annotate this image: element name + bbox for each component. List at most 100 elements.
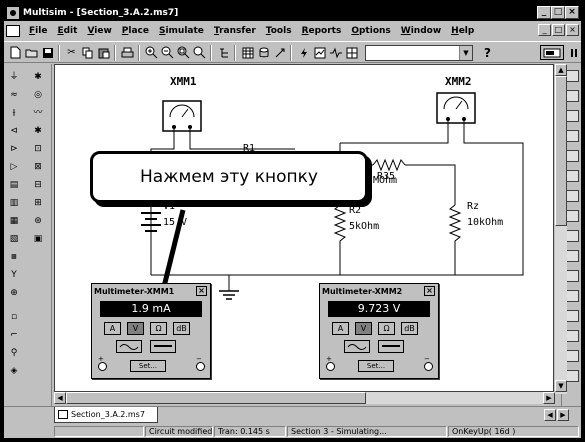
new-file-icon[interactable] bbox=[8, 45, 23, 60]
vertical-scrollbar[interactable]: ▲ ▼ bbox=[555, 64, 567, 394]
multimeter-xmm1-db-button[interactable]: dB bbox=[173, 322, 190, 335]
instrument-4-icon[interactable] bbox=[565, 130, 579, 142]
ground-source-icon[interactable]: ⏚ bbox=[7, 70, 21, 84]
menu-place[interactable]: Place bbox=[117, 26, 154, 36]
cut-icon[interactable]: ✂ bbox=[64, 45, 79, 60]
simulate-icon[interactable] bbox=[296, 45, 311, 60]
paste-icon[interactable] bbox=[96, 45, 111, 60]
mdi-close-button[interactable]: × bbox=[566, 24, 579, 36]
multimeter-xmm2-voltmeter-button[interactable]: V bbox=[355, 322, 372, 335]
multimeter-xmm2-ohmmeter-button[interactable]: Ω bbox=[378, 322, 395, 335]
wattmeter-icon[interactable]: 〰 bbox=[31, 106, 45, 120]
menu-edit[interactable]: Edit bbox=[52, 26, 82, 36]
multimeter-xmm2-close-button[interactable]: × bbox=[424, 286, 435, 296]
scroll-up-icon[interactable]: ▲ bbox=[555, 64, 567, 76]
multimeter-xmm1-ohmmeter-button[interactable]: Ω bbox=[150, 322, 167, 335]
bus-icon[interactable]: ⚲ bbox=[7, 346, 21, 360]
instrument-15-icon[interactable] bbox=[565, 350, 579, 362]
instrument-13-icon[interactable] bbox=[565, 310, 579, 322]
menu-simulate[interactable]: Simulate bbox=[154, 26, 209, 36]
instrument-5-icon[interactable] bbox=[565, 150, 579, 162]
diode-icon[interactable]: ⊲ bbox=[7, 124, 21, 138]
function-gen-icon[interactable]: ◎ bbox=[31, 88, 45, 102]
scroll-left-icon[interactable]: ◀ bbox=[54, 392, 66, 404]
postprocessor-icon[interactable] bbox=[344, 45, 359, 60]
menu-transfer[interactable]: Transfer bbox=[209, 26, 261, 36]
component-wizard-icon[interactable] bbox=[272, 45, 287, 60]
mdi-restore-button[interactable]: □ bbox=[552, 24, 565, 36]
horizontal-scroll-thumb[interactable] bbox=[66, 392, 366, 404]
scroll-right-icon[interactable]: ▶ bbox=[543, 392, 555, 404]
instrument-12-icon[interactable] bbox=[565, 290, 579, 302]
cmos-icon[interactable]: ▥ bbox=[7, 196, 21, 210]
multimeter-xmm1-voltmeter-button[interactable]: V bbox=[127, 322, 144, 335]
close-button[interactable]: × bbox=[565, 6, 579, 19]
tab-scroll-right-icon[interactable]: ▶ bbox=[557, 409, 569, 421]
open-folder-icon[interactable] bbox=[24, 45, 39, 60]
document-icon[interactable] bbox=[6, 24, 20, 37]
rf-icon[interactable]: ⊕ bbox=[7, 286, 21, 300]
multimeter-xmm1-close-button[interactable]: × bbox=[196, 286, 207, 296]
scroll-down-icon[interactable]: ▼ bbox=[555, 380, 567, 392]
save-icon[interactable] bbox=[40, 45, 55, 60]
word-gen-icon[interactable]: ⊠ bbox=[31, 160, 45, 174]
multimeter-xmm2-set-button[interactable]: Set... bbox=[358, 360, 394, 372]
instrument-8-icon[interactable] bbox=[565, 210, 579, 222]
menu-view[interactable]: View bbox=[82, 26, 116, 36]
distortion-icon[interactable]: ⊛ bbox=[31, 214, 45, 228]
instrument-3-icon[interactable] bbox=[565, 110, 579, 122]
digital-icon[interactable]: ▦ bbox=[7, 214, 21, 228]
zoom-out-icon[interactable] bbox=[160, 45, 175, 60]
multimeter-xmm2-ac-button[interactable] bbox=[344, 340, 370, 353]
tab-scroll-left-icon[interactable]: ◀ bbox=[544, 409, 556, 421]
instrument-1-icon[interactable] bbox=[565, 70, 579, 82]
multimeter-xmm1-set-button[interactable]: Set... bbox=[130, 360, 166, 372]
multimeter-xmm1-plus-terminal[interactable] bbox=[98, 362, 107, 371]
zoom-area-icon[interactable] bbox=[176, 45, 191, 60]
instrument-6-icon[interactable] bbox=[565, 170, 579, 182]
database-icon[interactable] bbox=[256, 45, 271, 60]
menu-window[interactable]: Window bbox=[396, 26, 446, 36]
print-icon[interactable] bbox=[120, 45, 135, 60]
com-icon[interactable]: ◈ bbox=[7, 364, 21, 378]
transistor-icon[interactable]: ⊳ bbox=[7, 142, 21, 156]
multimeter-xmm2-dc-button[interactable] bbox=[378, 340, 404, 353]
bode-plotter-icon[interactable]: ⊡ bbox=[31, 142, 45, 156]
logic-analyzer-icon[interactable]: ⊟ bbox=[31, 178, 45, 192]
menu-file[interactable]: File bbox=[24, 26, 52, 36]
multimeter-xmm1-ac-button[interactable] bbox=[116, 340, 142, 353]
schematic-canvas[interactable]: XMM1 XMM2 R1 R35 MOhm R2 5kOhm Rz 10kOhm… bbox=[54, 64, 554, 392]
electromech-icon[interactable]: ▫ bbox=[7, 310, 21, 324]
analysis-icon[interactable] bbox=[328, 45, 343, 60]
indicator-icon[interactable]: ▩ bbox=[7, 250, 21, 264]
multimeter-xmm2-db-button[interactable]: dB bbox=[401, 322, 418, 335]
instrument-14-icon[interactable] bbox=[565, 330, 579, 342]
spectrum-icon[interactable]: ▣ bbox=[31, 232, 45, 246]
multimeter-xmm2-ammeter-button[interactable]: A bbox=[332, 322, 349, 335]
mixed-icon[interactable]: ▧ bbox=[7, 232, 21, 246]
instrument-toggle-icon[interactable] bbox=[540, 45, 564, 60]
multimeter-xmm1-minus-terminal[interactable] bbox=[196, 362, 205, 371]
grapher-icon[interactable] bbox=[312, 45, 327, 60]
instrument-11-icon[interactable] bbox=[565, 270, 579, 282]
resistor-icon[interactable]: ≈ bbox=[7, 88, 21, 102]
vertical-scroll-thumb[interactable] bbox=[555, 76, 567, 226]
hierarchy-icon[interactable] bbox=[216, 45, 231, 60]
logic-converter-icon[interactable]: ⊞ bbox=[31, 196, 45, 210]
wire-icon[interactable]: ⌐ bbox=[7, 328, 21, 342]
spreadsheet-icon[interactable] bbox=[240, 45, 255, 60]
menu-tools[interactable]: Tools bbox=[261, 26, 297, 36]
multimeter-xmm2-minus-terminal[interactable] bbox=[424, 362, 433, 371]
component-combo[interactable]: ▼ bbox=[365, 45, 473, 61]
help-icon[interactable]: ? bbox=[480, 45, 495, 60]
chevron-down-icon[interactable]: ▼ bbox=[459, 46, 472, 60]
multimeter-xmm1-dc-button[interactable] bbox=[150, 340, 176, 353]
horizontal-scrollbar[interactable]: ◀ ▶ bbox=[54, 392, 555, 404]
multimeter-xmm1-ammeter-button[interactable]: A bbox=[104, 322, 121, 335]
zoom-in-icon[interactable] bbox=[144, 45, 159, 60]
oscilloscope-icon[interactable]: ✱ bbox=[31, 124, 45, 138]
instrument-2-icon[interactable] bbox=[565, 90, 579, 102]
multisim-app-icon[interactable] bbox=[7, 6, 19, 19]
multimeter-tool-icon[interactable]: ✱ bbox=[31, 70, 45, 84]
instrument-16-icon[interactable] bbox=[565, 370, 579, 382]
